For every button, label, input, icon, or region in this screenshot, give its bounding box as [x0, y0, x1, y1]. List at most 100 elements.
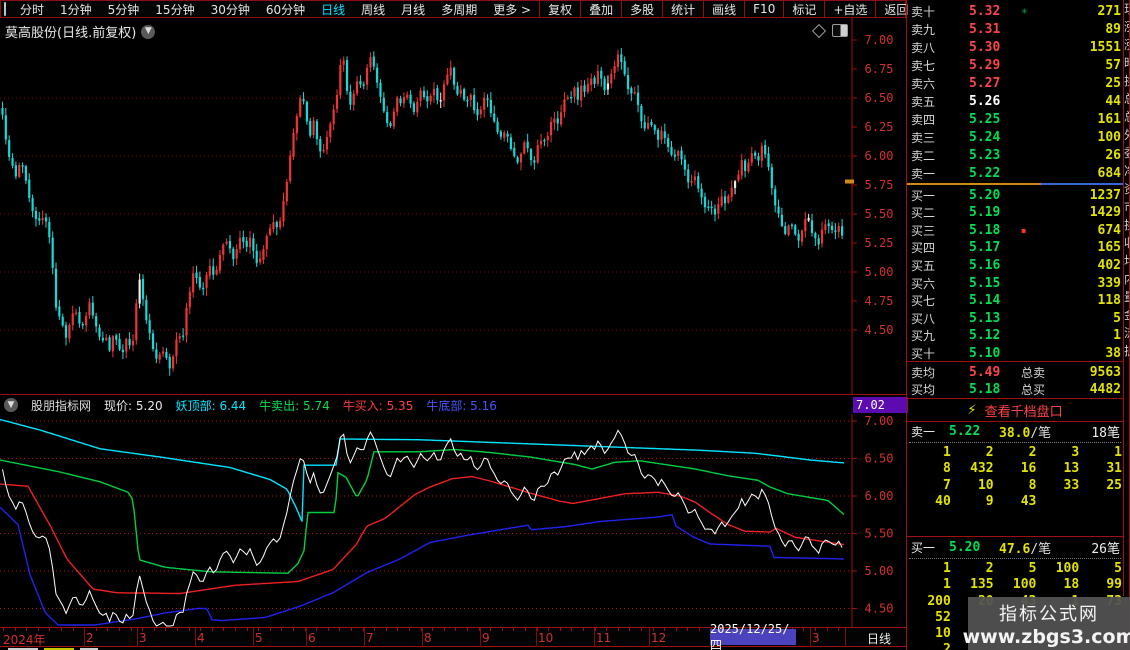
bid-row-2[interactable]: 买二 5.19 1429 [908, 204, 1123, 222]
trade-size: 2 [985, 445, 994, 460]
spread-divider-bid [1041, 183, 1123, 185]
toolbar-button-3[interactable]: 统计 [662, 1, 703, 17]
level-price: 5.26 [969, 93, 1001, 109]
toolbar-period-3[interactable]: 15分钟 [147, 1, 202, 18]
level-price: 5.32 [969, 3, 1001, 19]
toolbar-button-6[interactable]: 标记 [783, 1, 824, 17]
axis-label-3: 4 [197, 631, 205, 645]
toolbar-button-1[interactable]: 叠加 [580, 1, 621, 17]
ask-detail-grid: 1 2 2 3 1 8 432 16 13 31 7 10 8 33 25 40 9 43 [908, 445, 1122, 510]
level-label: 买七 [911, 294, 936, 309]
toolbar-period-5[interactable]: 60分钟 [258, 1, 313, 18]
ask-row-2[interactable]: 卖二 5.23 26 [908, 146, 1123, 164]
indicator-chart-canvas[interactable]: 7.00 6.50 6.00 5.50 5.00 4.50 [0, 414, 906, 627]
level-volume: 271 [1097, 3, 1121, 19]
toolbar-period-0[interactable]: 分时 [12, 1, 52, 18]
axis-label-9: 10 [538, 631, 554, 645]
axis-label-11: 12 [651, 631, 667, 645]
trade-size: 25 [1106, 477, 1122, 493]
toolbar-button-0[interactable]: 复权 [539, 1, 580, 17]
level-label: 卖六 [911, 76, 936, 91]
level-volume: 165 [1097, 240, 1121, 256]
toolbar-period-9[interactable]: 多周期 [433, 1, 485, 18]
axis-tick [617, 628, 619, 631]
level2-banner[interactable]: ⚡ 查看千档盘口 [907, 399, 1123, 421]
svg-text:7.00: 7.00 [865, 33, 894, 47]
toolbar-period-4[interactable]: 30分钟 [203, 1, 258, 18]
level-price: 5.16 [969, 257, 1001, 273]
bid-row-10[interactable]: 买十 5.10 38 [908, 344, 1123, 362]
chevron-down-icon[interactable]: ▼ [141, 24, 156, 39]
ask-row-6[interactable]: 卖六 5.27 25 [908, 74, 1123, 92]
level-label: 买二 [911, 206, 936, 221]
window-toggle-icon[interactable] [4, 2, 6, 16]
trade-size: 10 [977, 477, 994, 493]
month-separator [253, 628, 254, 647]
bid-row-8[interactable]: 买八 5.13 5 [908, 309, 1123, 327]
bid-row-7[interactable]: 买七 5.14 118 [908, 292, 1123, 310]
main-chart-canvas[interactable]: 7.00 6.75 6.50 6.25 6.00 5.75 5.50 5.25 5.00 4.75… [0, 18, 906, 394]
bid-row-5[interactable]: 买五 5.16 402 [908, 256, 1123, 274]
level-label: 卖九 [911, 22, 936, 37]
indicator-field-0: 现价: 5.20 [104, 398, 163, 413]
month-separator [480, 628, 481, 647]
level-price: 5.22 [969, 165, 1001, 181]
level-price: 5.30 [969, 39, 1001, 55]
toolbar-button-4[interactable]: 画线 [703, 1, 744, 17]
indicator-chevron-icon[interactable]: ▼ [4, 398, 18, 412]
toolbar-period-6[interactable]: 日线 [313, 1, 353, 18]
toolbar-button-7[interactable]: +自选 [824, 1, 875, 17]
level-price: 5.12 [969, 328, 1001, 344]
axis-tick [339, 628, 341, 631]
ask-row-3[interactable]: 卖三 5.24 100 [908, 128, 1123, 146]
svg-text:6.00: 6.00 [865, 489, 894, 503]
summary-label2: 总买 [1021, 383, 1046, 398]
indicator-field-2: 牛卖出: 5.74 [259, 398, 330, 413]
svg-text:5.50: 5.50 [865, 207, 894, 221]
panel-toggle-icon[interactable] [832, 24, 848, 37]
bid-row-1[interactable]: 买一 5.20 1237 [908, 186, 1123, 204]
level-price: 5.15 [969, 275, 1001, 291]
axis-tick [467, 628, 468, 631]
period-label: 日线 [866, 632, 891, 646]
diamond-marker-icon[interactable] [811, 23, 827, 38]
level-label: 卖四 [911, 112, 936, 127]
ask-row-5[interactable]: 卖五 5.26 44 [908, 92, 1123, 110]
svg-text:5.00: 5.00 [865, 265, 894, 279]
toolbar-period-1[interactable]: 1分钟 [52, 1, 100, 18]
svg-text:6.75: 6.75 [865, 62, 894, 76]
level-price: 5.10 [969, 345, 1001, 361]
toolbar-period-2[interactable]: 5分钟 [100, 1, 148, 18]
trade-size: 1 [942, 577, 951, 593]
axis-label-0: 2024年 [3, 633, 46, 647]
svg-text:5.00: 5.00 [865, 564, 894, 578]
divider [907, 536, 1123, 537]
level-price: 5.24 [969, 129, 1001, 145]
x-axis-bar: 2024年 2 3 4 5 6 7 8 9 10 11 12 3 2025/12/25/四 日线 [0, 622, 906, 650]
ask-row-9[interactable]: 卖九 5.31 89 [908, 20, 1123, 38]
month-separator [422, 628, 423, 647]
toolbar-period-10[interactable]: 更多 > [485, 1, 539, 18]
ask-row-4[interactable]: 卖四 5.25 161 [908, 110, 1123, 128]
ask-row-1[interactable]: 卖一 5.22 684 [908, 164, 1123, 182]
level-label: 买五 [911, 258, 936, 273]
bid-row-9[interactable]: 买九 5.12 1 [908, 327, 1123, 345]
toolbar-period-8[interactable]: 月线 [393, 1, 433, 18]
ask-row-7[interactable]: 卖七 5.29 57 [908, 56, 1123, 74]
bid-row-4[interactable]: 买四 5.17 165 [908, 239, 1123, 257]
toolbar-button-2[interactable]: 多股 [621, 1, 662, 17]
axis-label-10: 11 [596, 631, 612, 645]
ask-row-10[interactable]: 卖十 5.32 ✳ 271 [908, 2, 1123, 20]
detail-label: 卖一 [911, 425, 936, 439]
axis-tick [165, 628, 167, 631]
toolbar-button-5[interactable]: F10 [744, 1, 783, 17]
ask-row-8[interactable]: 卖八 5.30 1551 [908, 38, 1123, 56]
bid-row-3[interactable]: 买三 5.18 ▪ 674 [908, 221, 1123, 239]
axis-tick [107, 628, 109, 631]
axis-tick [571, 628, 573, 631]
chart-title-bar: 莫高股份(日线.前复权) ▼ [5, 22, 156, 41]
bid-row-6[interactable]: 买六 5.15 339 [908, 274, 1123, 292]
toolbar-period-7[interactable]: 周线 [353, 1, 393, 18]
indicator-field-3: 牛买入: 5.35 [342, 398, 414, 413]
frame-line [845, 628, 846, 647]
